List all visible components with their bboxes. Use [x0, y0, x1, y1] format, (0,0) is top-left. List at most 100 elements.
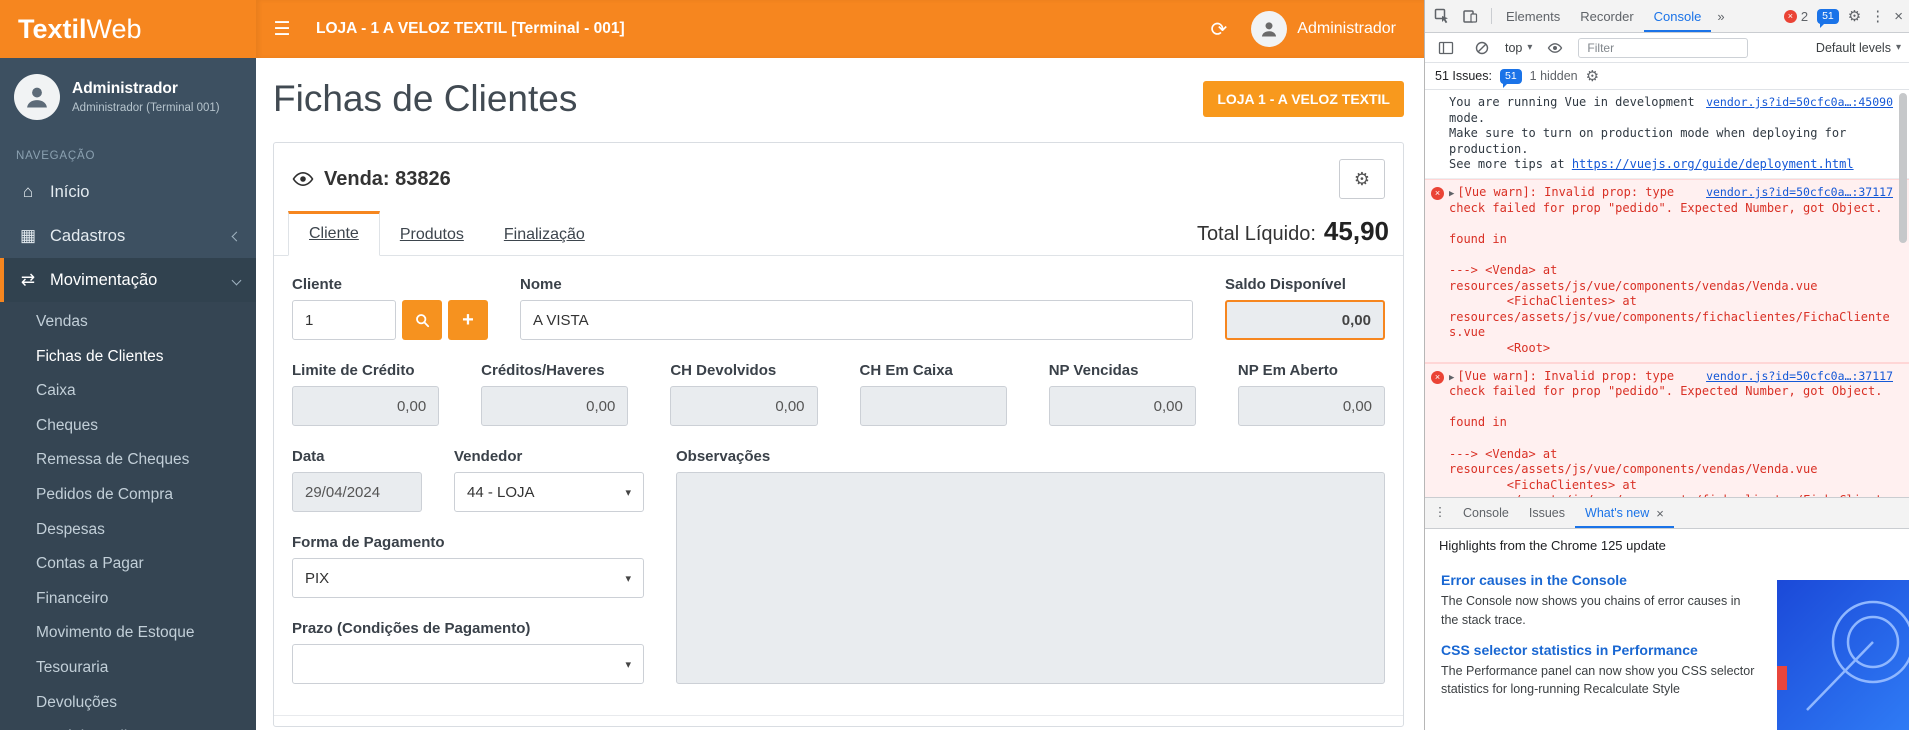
np-vencidas-input[interactable]: [1049, 386, 1196, 426]
sidebar-subitem-cheques[interactable]: Cheques: [0, 409, 256, 444]
expand-arrow-icon[interactable]: ▶: [1449, 373, 1454, 383]
sidebar-subitem-fichas-de-clientes[interactable]: Fichas de Clientes: [0, 340, 256, 375]
issues-count-badge[interactable]: 51: [1817, 9, 1839, 24]
live-expression-eye-icon[interactable]: [1542, 35, 1568, 61]
screen: TextilWeb ☰ LOJA - 1 A VELOZ TEXTIL [Ter…: [0, 0, 1909, 730]
ch-caixa-input[interactable]: [860, 386, 1007, 426]
inspect-element-icon[interactable]: [1429, 3, 1455, 29]
sidebar-user-panel: Administrador Administrador (Terminal 00…: [0, 58, 256, 136]
device-toolbar-icon[interactable]: [1457, 3, 1483, 29]
vendedor-select[interactable]: 44 - LOJA ▾: [454, 472, 644, 512]
store-button[interactable]: LOJA 1 - A VELOZ TEXTIL: [1203, 81, 1404, 117]
sidebar-toggle-button[interactable]: ☰: [256, 0, 308, 58]
person-icon: [23, 83, 51, 111]
np-aberto-input[interactable]: [1238, 386, 1385, 426]
devtools-panel: Elements Recorder Console » × 2 51 ⚙ ⋮ ×: [1424, 0, 1909, 730]
kebab-menu-icon[interactable]: ⋮: [1870, 7, 1885, 25]
sidebar-item-cadastros[interactable]: ▦ Cadastros: [0, 214, 256, 258]
sidebar-subitem-contas-a-pagar[interactable]: Contas a Pagar: [0, 547, 256, 582]
deployment-guide-link[interactable]: https://vuejs.org/guide/deployment.html: [1572, 157, 1854, 171]
data-input[interactable]: [292, 472, 422, 512]
sidebar-subitem-financeiro[interactable]: Financeiro: [0, 582, 256, 617]
total-value: 45,90: [1324, 216, 1389, 247]
issues-settings-gear-icon[interactable]: ⚙: [1586, 67, 1599, 85]
drawer-kebab-icon[interactable]: ⋮: [1427, 498, 1453, 524]
devtools-tab-recorder[interactable]: Recorder: [1570, 0, 1643, 32]
devtools-tab-elements[interactable]: Elements: [1496, 0, 1570, 32]
cliente-input[interactable]: [292, 300, 396, 340]
issues-bubble-badge[interactable]: 51: [1500, 69, 1522, 84]
sidebar-subitem-devolucoes[interactable]: Devoluções: [0, 686, 256, 721]
console-scrollbar[interactable]: [1899, 93, 1907, 243]
search-client-button[interactable]: [402, 300, 442, 340]
app-logo[interactable]: TextilWeb: [0, 0, 256, 58]
close-tab-icon[interactable]: ×: [1656, 506, 1664, 521]
top-navbar: TextilWeb ☰ LOJA - 1 A VELOZ TEXTIL [Ter…: [0, 0, 1424, 58]
tab-produtos[interactable]: Produtos: [380, 215, 484, 256]
chevron-down-icon: ▾: [1896, 42, 1901, 53]
tab-finalizacao[interactable]: Finalização: [484, 215, 605, 256]
sidebar-item-movimentacao[interactable]: ⇄ Movimentação: [0, 258, 256, 302]
context-selector[interactable]: top ▾: [1505, 41, 1532, 55]
log-levels-selector[interactable]: Default levels ▾: [1816, 41, 1901, 55]
prazo-select[interactable]: ▾: [292, 644, 644, 684]
ch-caixa-label: CH Em Caixa: [860, 362, 1007, 379]
error-icon: ×: [1784, 10, 1797, 23]
whats-new-link-error-causes[interactable]: Error causes in the Console: [1441, 572, 1759, 588]
sidebar-subitem-vendas[interactable]: Vendas: [0, 305, 256, 340]
chevron-down-icon: ▾: [625, 572, 631, 585]
creditos-input[interactable]: [481, 386, 628, 426]
drawer-tab-whats-new[interactable]: What's new ×: [1575, 498, 1674, 528]
more-tabs-icon[interactable]: »: [1711, 0, 1730, 32]
sidebar-subitem-movimento-de-estoque[interactable]: Movimento de Estoque: [0, 616, 256, 651]
ch-devolvidos-input[interactable]: [670, 386, 817, 426]
page-header: Fichas de Clientes LOJA 1 - A VELOZ TEXT…: [273, 78, 1404, 120]
drawer-tab-issues[interactable]: Issues: [1519, 498, 1575, 528]
sidebar-item-label: Início: [50, 183, 89, 202]
expand-arrow-icon[interactable]: ▶: [1449, 189, 1454, 199]
whats-new-link-css-selector-stats[interactable]: CSS selector statistics in Performance: [1441, 642, 1759, 658]
drawer-tab-console[interactable]: Console: [1453, 498, 1519, 528]
console-sidebar-toggle-icon[interactable]: [1433, 35, 1459, 61]
saldo-input[interactable]: [1225, 300, 1385, 340]
console-info-message[interactable]: vendor.js?id=50cfc0a…:45090 You are runn…: [1425, 90, 1909, 179]
forma-pagamento-select[interactable]: PIX ▾: [292, 558, 644, 598]
chevron-down-icon: [232, 275, 242, 285]
devtools-tab-console[interactable]: Console: [1644, 0, 1712, 32]
grid-icon: ▦: [18, 226, 38, 246]
sidebar-subitem-remessa-de-cheques[interactable]: Remessa de Cheques: [0, 443, 256, 478]
console-error-message[interactable]: × vendor.js?id=50cfc0a…:37117 ▶[Vue warn…: [1425, 363, 1909, 497]
nome-input[interactable]: [520, 300, 1193, 340]
home-icon: ⌂: [18, 182, 38, 202]
sidebar-item-inicio[interactable]: ⌂ Início: [0, 170, 256, 214]
observacoes-textarea[interactable]: [676, 472, 1385, 684]
console-source-link[interactable]: vendor.js?id=50cfc0a…:45090: [1706, 95, 1893, 110]
tab-cliente[interactable]: Cliente: [288, 211, 380, 256]
console-source-link[interactable]: vendor.js?id=50cfc0a…:37117: [1706, 369, 1893, 384]
chevron-left-icon: [232, 231, 242, 241]
sidebar-subitem-despesas[interactable]: Despesas: [0, 513, 256, 548]
limite-input[interactable]: [292, 386, 439, 426]
console-source-link[interactable]: vendor.js?id=50cfc0a…:37117: [1706, 185, 1893, 200]
saldo-label: Saldo Disponível: [1225, 276, 1385, 293]
error-count-badge[interactable]: × 2: [1784, 9, 1808, 24]
console-error-message[interactable]: × vendor.js?id=50cfc0a…:37117 ▶[Vue warn…: [1425, 179, 1909, 363]
card-settings-button[interactable]: ⚙: [1339, 159, 1385, 199]
hidden-messages-link[interactable]: 1 hidden: [1530, 69, 1578, 83]
settings-gear-icon[interactable]: ⚙: [1848, 7, 1861, 25]
navbar-main: ☰ LOJA - 1 A VELOZ TEXTIL [Terminal - 00…: [256, 0, 1424, 58]
plus-icon: +: [462, 309, 474, 332]
error-stack: found in ---> <Venda> at resources/asset…: [1449, 400, 1893, 497]
add-client-button[interactable]: +: [448, 300, 488, 340]
sidebar-subitem-tesouraria[interactable]: Tesouraria: [0, 651, 256, 686]
sidebar-subitem-caixa[interactable]: Caixa: [0, 374, 256, 409]
refresh-icon[interactable]: ⟳: [1211, 17, 1228, 42]
user-menu[interactable]: Administrador: [1251, 11, 1396, 47]
sidebar-user-name: Administrador: [72, 80, 220, 98]
console-filter-input[interactable]: [1578, 38, 1748, 58]
observacoes-label: Observações: [676, 448, 1385, 465]
sidebar-subitem-pedidos-de-compra[interactable]: Pedidos de Compra: [0, 478, 256, 513]
clear-console-icon[interactable]: [1469, 35, 1495, 61]
sidebar-subitem-depositos-clientes[interactable]: Depósitos Clientes: [0, 720, 256, 730]
close-devtools-icon[interactable]: ×: [1894, 8, 1903, 25]
